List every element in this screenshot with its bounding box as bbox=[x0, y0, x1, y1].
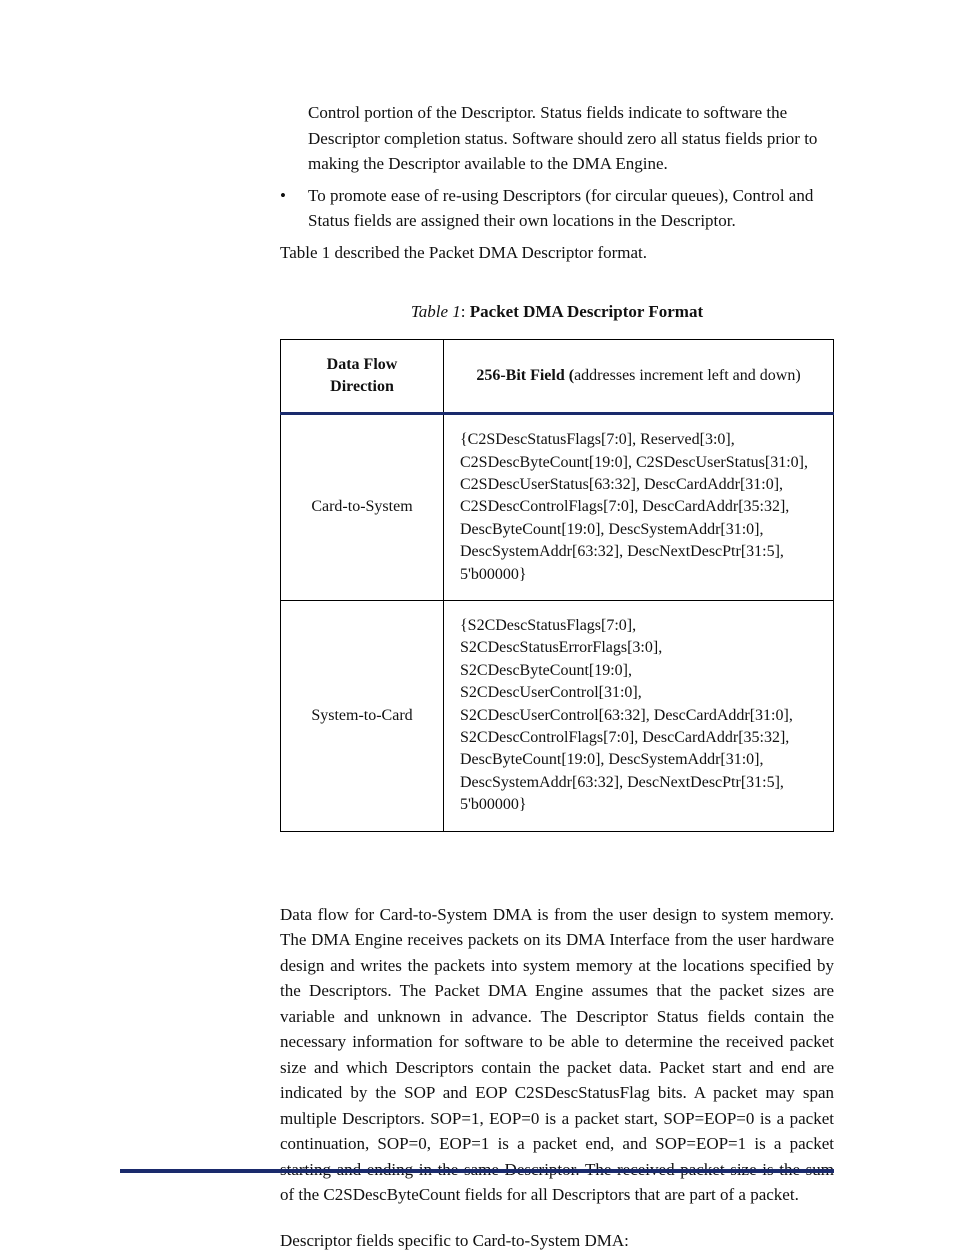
table-reference-line: Table 1 described the Packet DMA Descrip… bbox=[280, 240, 834, 266]
bullet-dot-icon: • bbox=[280, 183, 308, 209]
footer-divider bbox=[120, 1169, 834, 1173]
table-caption-label: Table 1 bbox=[411, 302, 461, 321]
content-block: Control portion of the Descriptor. Statu… bbox=[280, 100, 834, 234]
table-row: Card-to-System {C2SDescStatusFlags[7:0],… bbox=[281, 414, 834, 601]
table-cell-fields: {C2SDescStatusFlags[7:0], Reserved[3:0],… bbox=[444, 414, 834, 601]
table-cell-fields: {S2CDescStatusFlags[7:0], S2CDescStatusE… bbox=[444, 601, 834, 832]
table-section: Table 1: Packet DMA Descriptor Format Da… bbox=[280, 299, 834, 1253]
table-header-direction: Data Flow Direction bbox=[281, 339, 444, 414]
body-paragraph: Data flow for Card-to-System DMA is from… bbox=[280, 902, 834, 1208]
table-header-field-rest: addresses increment left and down) bbox=[574, 367, 801, 384]
table-cell-direction: System-to-Card bbox=[281, 601, 444, 832]
bullet-continuation: Control portion of the Descriptor. Statu… bbox=[280, 100, 834, 177]
table-header-row: Data Flow Direction 256-Bit Field (addre… bbox=[281, 339, 834, 414]
bullet-item-reuse: • To promote ease of re-using Descriptor… bbox=[280, 183, 834, 234]
table-caption-title: Packet DMA Descriptor Format bbox=[470, 302, 703, 321]
page: Control portion of the Descriptor. Statu… bbox=[0, 0, 954, 1235]
body-paragraph-2: Descriptor fields specific to Card-to-Sy… bbox=[280, 1228, 834, 1253]
table-header-field: 256-Bit Field (addresses increment left … bbox=[444, 339, 834, 414]
descriptor-format-table: Data Flow Direction 256-Bit Field (addre… bbox=[280, 339, 834, 832]
table-cell-direction: Card-to-System bbox=[281, 414, 444, 601]
table-header-field-bold: 256-Bit Field ( bbox=[476, 367, 574, 384]
bullet-reuse-text: To promote ease of re-using Descriptors … bbox=[308, 183, 834, 234]
table-row: System-to-Card {S2CDescStatusFlags[7:0],… bbox=[281, 601, 834, 832]
intro-continuation-text: Control portion of the Descriptor. Statu… bbox=[308, 100, 834, 177]
table-caption: Table 1: Packet DMA Descriptor Format bbox=[280, 299, 834, 325]
